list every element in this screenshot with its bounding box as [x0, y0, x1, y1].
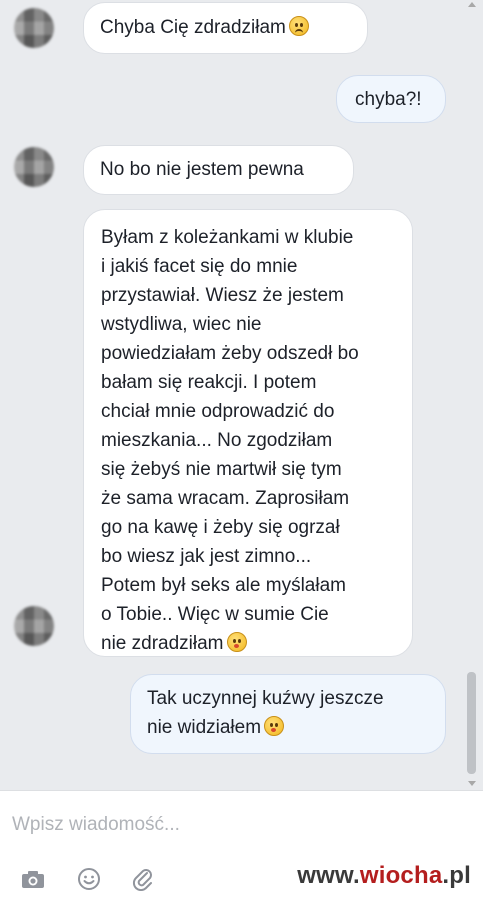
message-line: Potem był seks ale myślałam: [101, 575, 346, 596]
message-line: o Tobie.. Więc w sumie Cie: [101, 604, 329, 625]
paperclip-icon[interactable]: [130, 866, 156, 892]
message-line: bałam się reakcji. I potem: [101, 372, 317, 393]
smiley-icon[interactable]: [76, 866, 102, 892]
message-line: się żebyś nie martwił się tym: [101, 459, 342, 480]
message-input[interactable]: [10, 807, 454, 843]
message-text: chyba?!: [355, 89, 422, 110]
kissing-face-emoji-icon: [264, 716, 285, 736]
message-line: chciał mnie odprowadzić do: [101, 401, 335, 422]
watermark-suffix: .pl: [442, 862, 471, 889]
message-line: Byłam z koleżankami w klubie: [101, 227, 354, 248]
watermark-brand: wiocha: [359, 862, 443, 889]
message-line: nie widziałem: [147, 717, 262, 738]
message-line: powiedziałam żeby odszedł bo: [101, 343, 359, 364]
outgoing-message-bubble[interactable]: chyba?!: [336, 75, 446, 123]
message-line: nie zdradziłam: [101, 633, 224, 654]
message-line: wstydliwa, wiec nie: [101, 314, 262, 335]
message-line: go na kawę i żeby się ogrzał: [101, 517, 340, 538]
scrollbar-thumb[interactable]: [467, 672, 476, 774]
message-text: No bo nie jestem pewna: [100, 159, 304, 180]
watermark-prefix: www.: [297, 862, 360, 889]
message-line: że sama wracam. Zaprosiłam: [101, 488, 350, 509]
watermark-logo: www.wiocha.pl: [297, 862, 471, 890]
conversation-area[interactable]: Chyba Cię zdradziłam chyba?! No bo nie j…: [0, 0, 483, 790]
outgoing-message-bubble[interactable]: Tak uczynnej kuźwy jeszcze nie widziałem: [130, 674, 446, 754]
frowning-face-emoji-icon: [288, 16, 309, 36]
incoming-message-bubble[interactable]: Byłam z koleżankami w klubie i jakiś fac…: [83, 209, 413, 657]
message-line: i jakiś facet się do mnie: [101, 256, 298, 277]
scroll-up-arrow-icon[interactable]: [468, 2, 476, 7]
message-line: przystawiał. Wiesz że jestem: [101, 285, 344, 306]
message-text: Chyba Cię zdradziłam: [100, 17, 286, 38]
contact-avatar[interactable]: [14, 147, 54, 187]
incoming-message-bubble[interactable]: No bo nie jestem pewna: [83, 145, 354, 195]
kissing-face-emoji-icon: [226, 632, 247, 652]
scrollbar[interactable]: [466, 0, 478, 790]
contact-avatar[interactable]: [14, 606, 54, 646]
scroll-down-arrow-icon[interactable]: [468, 781, 476, 786]
message-line: Tak uczynnej kuźwy jeszcze: [147, 688, 384, 709]
incoming-message-bubble[interactable]: Chyba Cię zdradziłam: [83, 2, 368, 54]
message-line: mieszkania... No zgodziłam: [101, 430, 333, 451]
camera-icon[interactable]: [20, 866, 46, 892]
contact-avatar[interactable]: [14, 8, 54, 48]
message-line: bo wiesz jak jest zimno...: [101, 546, 312, 567]
